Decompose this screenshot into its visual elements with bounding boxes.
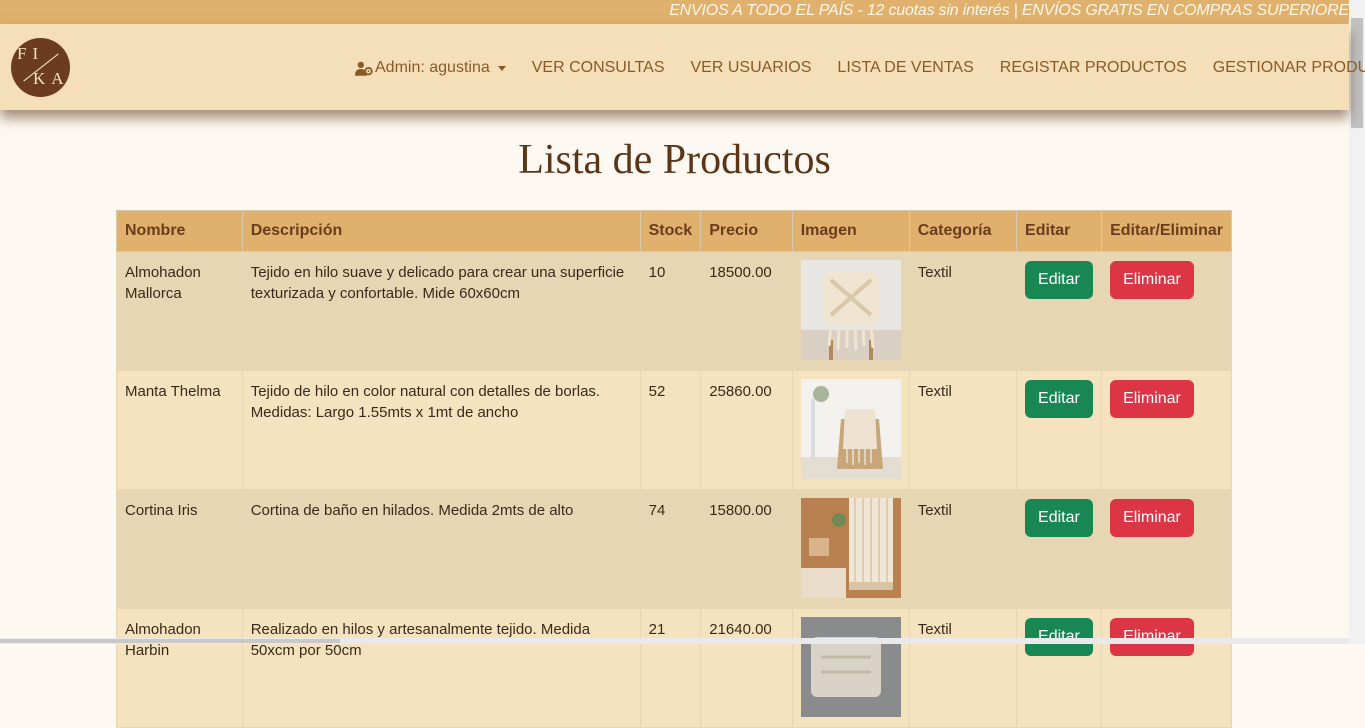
cell-descripcion: Cortina de baño en hilados. Medida 2mts … — [241, 489, 641, 609]
promo-banner: ENVIOS A TODO EL PAÍS - 12 cuotas sin in… — [0, 0, 1349, 24]
logo-line-2: KA — [33, 69, 70, 88]
product-image-blanket — [800, 379, 901, 479]
cell-precio: 18500.00 — [700, 251, 793, 371]
cell-precio: 15800.00 — [700, 489, 793, 609]
cell-nombre: Almohadon Mallorca — [116, 251, 243, 371]
cell-eliminar: Eliminar — [1101, 489, 1232, 609]
cell-categoria: Textil — [908, 608, 1018, 728]
cell-precio: 21640.00 — [700, 608, 793, 728]
cell-eliminar: Eliminar — [1101, 251, 1232, 371]
header-precio: Precio — [700, 210, 793, 252]
cell-editar: Editar — [1016, 370, 1103, 490]
nav-ver-consultas[interactable]: VER CONSULTAS — [532, 59, 665, 77]
table-row: Almohadon Harbin Realizado en hilos y ar… — [116, 608, 1232, 728]
cell-nombre: Cortina Iris — [116, 489, 243, 609]
cell-stock: 10 — [639, 251, 702, 371]
cell-imagen — [791, 608, 910, 728]
header-stock: Stock — [639, 210, 702, 252]
delete-button[interactable]: Eliminar — [1110, 261, 1194, 299]
header-categoria: Categoría — [908, 210, 1018, 252]
main-nav: Admin: agustina VER CONSULTAS VER USUARI… — [355, 59, 1365, 77]
nav-ver-usuarios[interactable]: VER USUARIOS — [691, 59, 812, 77]
edit-button[interactable]: Editar — [1025, 499, 1093, 537]
cell-editar: Editar — [1016, 608, 1103, 728]
table-row: Almohadon Mallorca Tejido en hilo suave … — [116, 251, 1232, 371]
nav-registar-productos[interactable]: REGISTAR PRODUCTOS — [1000, 59, 1187, 77]
header-descripcion: Descripción — [241, 210, 641, 252]
cell-precio: 25860.00 — [700, 370, 793, 490]
cell-categoria: Textil — [908, 251, 1018, 371]
promo-text: ENVIOS A TODO EL PAÍS - 12 cuotas sin in… — [669, 2, 1349, 19]
cell-nombre: Almohadon Harbin — [116, 608, 243, 728]
table-row: Cortina Iris Cortina de baño en hilados.… — [116, 489, 1232, 609]
header-imagen: Imagen — [791, 210, 910, 252]
cell-descripcion: Tejido de hilo en color natural con deta… — [241, 370, 641, 490]
table-header-row: Nombre Descripción Stock Precio Imagen C… — [116, 210, 1232, 252]
delete-button[interactable]: Eliminar — [1110, 618, 1194, 656]
header-editar: Editar — [1016, 210, 1103, 252]
cell-eliminar: Eliminar — [1101, 370, 1232, 490]
brand-logo[interactable]: FI KA — [11, 38, 70, 97]
edit-button[interactable]: Editar — [1025, 618, 1093, 656]
cell-imagen — [791, 370, 910, 490]
table-row: Manta Thelma Tejido de hilo en color nat… — [116, 370, 1232, 490]
cell-categoria: Textil — [908, 370, 1018, 490]
logo-line-1: FI — [17, 44, 45, 63]
edit-button[interactable]: Editar — [1025, 261, 1093, 299]
product-image-cushion-harbin — [800, 617, 901, 717]
cell-editar: Editar — [1016, 251, 1103, 371]
header-editar-eliminar: Editar/Eliminar — [1101, 210, 1232, 252]
page-title: Lista de Productos — [518, 137, 831, 183]
nav-gestionar-productos[interactable]: GESTIONAR PRODUCTOS — [1213, 59, 1365, 77]
products-table: Nombre Descripción Stock Precio Imagen C… — [116, 210, 1232, 728]
product-image-curtain — [800, 498, 901, 598]
chevron-down-icon — [497, 65, 506, 71]
delete-button[interactable]: Eliminar — [1110, 380, 1194, 418]
cell-descripcion: Tejido en hilo suave y delicado para cre… — [241, 251, 641, 371]
cell-categoria: Textil — [908, 489, 1018, 609]
horizontal-scrollbar[interactable] — [0, 638, 1349, 644]
header-nombre: Nombre — [116, 210, 243, 252]
navbar: FI KA Admin: agustina VER CONSULTAS VER … — [0, 24, 1365, 110]
cell-imagen — [791, 489, 910, 609]
cell-imagen — [791, 251, 910, 371]
nav-lista-de-ventas[interactable]: LISTA DE VENTAS — [837, 59, 973, 77]
user-gear-icon — [355, 61, 373, 76]
admin-dropdown[interactable]: Admin: agustina — [355, 59, 506, 77]
cell-nombre: Manta Thelma — [116, 370, 243, 490]
admin-label: Admin: agustina — [375, 59, 490, 76]
vertical-scrollbar[interactable] — [1349, 0, 1365, 644]
horizontal-scrollbar-thumb[interactable] — [0, 639, 340, 643]
cell-descripcion: Realizado en hilos y artesanalmente teji… — [241, 608, 641, 728]
cell-stock: 52 — [639, 370, 702, 490]
edit-button[interactable]: Editar — [1025, 380, 1093, 418]
product-image-cushion — [800, 260, 901, 360]
cell-stock: 74 — [639, 489, 702, 609]
cell-editar: Editar — [1016, 489, 1103, 609]
cell-eliminar: Eliminar — [1101, 608, 1232, 728]
cell-stock: 21 — [639, 608, 702, 728]
delete-button[interactable]: Eliminar — [1110, 499, 1194, 537]
